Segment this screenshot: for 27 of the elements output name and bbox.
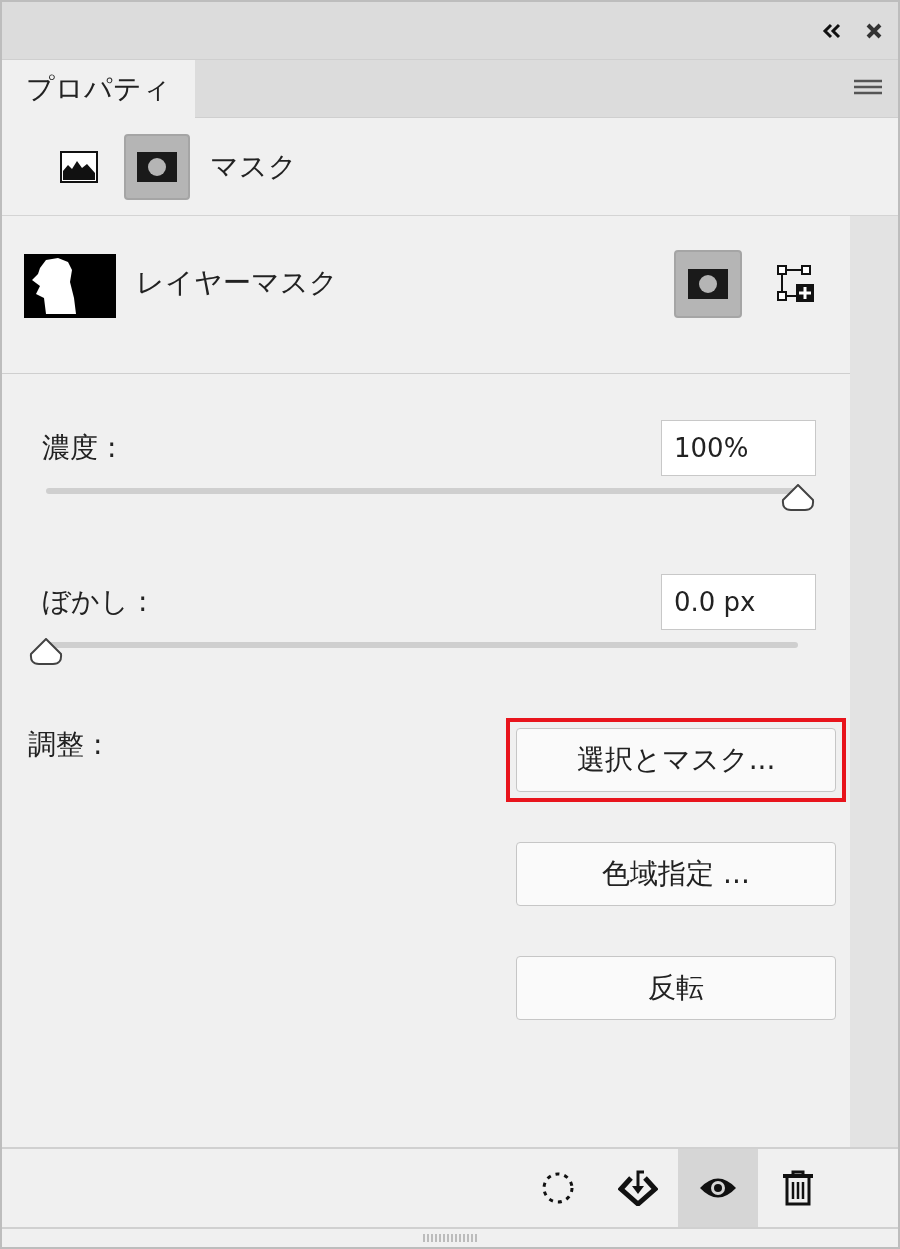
layer-mask-label: レイヤーマスク [136,265,339,301]
slider-thumb[interactable] [781,484,815,512]
mask-icon [137,151,177,182]
vector-mask-icon [776,264,816,304]
diamond-arrow-icon [618,1170,658,1206]
slider-label: 濃度 : [42,430,117,466]
collapse-icon[interactable] [822,22,842,39]
adjust-button[interactable]: 反転 [516,956,836,1020]
adjust-button[interactable]: 色域指定 ... [516,842,836,906]
adjust-label: 調整 : [28,727,103,763]
mask-icon [688,269,728,299]
mode-title: マスク [210,148,297,185]
dotted-circle-icon [541,1171,575,1205]
adjust-button[interactable]: 選択とマスク... [516,728,836,792]
trash-icon [782,1170,814,1206]
value-field[interactable]: 0.0 px [661,574,816,630]
mask-type-button[interactable] [674,250,742,318]
image-icon [60,150,98,183]
slider-label: ぼかし : [42,584,148,620]
properties-tab[interactable]: プロパティ [2,60,195,118]
value-field[interactable]: 100% [661,420,816,476]
resize-grip-icon[interactable] [422,1233,478,1243]
slider-thumb[interactable] [29,638,63,666]
mode-button[interactable] [124,133,190,200]
close-icon[interactable] [866,22,882,39]
scrollbar[interactable] [850,216,898,1147]
toolbar-button[interactable] [678,1149,758,1227]
